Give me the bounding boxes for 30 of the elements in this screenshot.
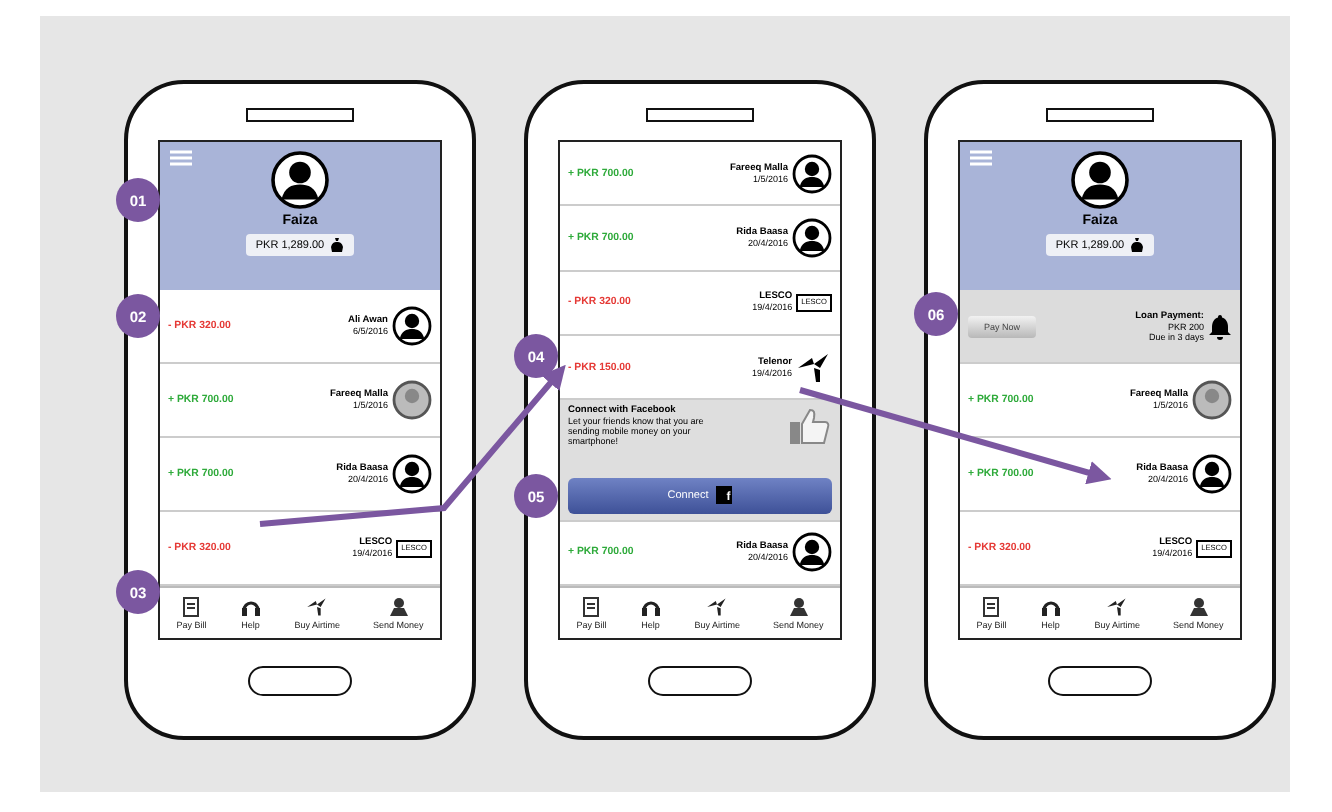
home-button[interactable]: [1048, 666, 1152, 696]
person-avatar-icon: [1070, 150, 1130, 210]
bill-icon: [582, 596, 601, 618]
headset-icon: [639, 596, 662, 618]
photo-avatar-icon: [1192, 380, 1232, 420]
person-avatar-icon: [792, 218, 832, 259]
thumbs-up-icon: [788, 406, 832, 447]
speaker-slot: [646, 108, 754, 122]
headset-icon: [239, 596, 262, 618]
bird-logo-icon: [706, 596, 729, 618]
headset-icon: [1039, 596, 1062, 618]
person-avatar-icon: [270, 150, 330, 210]
bird-logo-icon: [796, 351, 832, 384]
speaker-slot: [246, 108, 354, 122]
money-bag-icon: [1130, 238, 1145, 252]
person-avatar-icon: [792, 532, 832, 573]
bird-logo-icon: [306, 596, 329, 618]
person-avatar-icon: [792, 153, 832, 194]
speaker-slot: [1046, 108, 1154, 122]
home-button[interactable]: [248, 666, 352, 696]
person-avatar-icon: [1192, 454, 1232, 494]
bill-icon: [982, 596, 1001, 618]
person-avatar-icon: [392, 454, 432, 494]
home-button[interactable]: [648, 666, 752, 696]
photo-avatar-icon: [392, 380, 432, 420]
bill-icon: [182, 596, 201, 618]
person-avatar-icon: [392, 306, 432, 346]
bird-logo-icon: [1106, 596, 1129, 618]
bell-icon: [1208, 313, 1232, 339]
money-bag-icon: [330, 238, 345, 252]
